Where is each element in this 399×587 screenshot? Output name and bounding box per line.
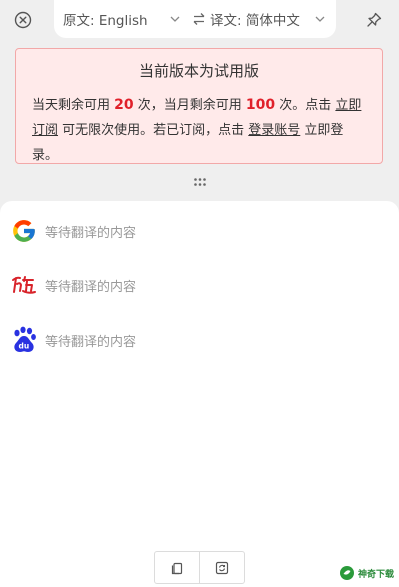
retranslate-button[interactable]: [199, 552, 244, 583]
engine-row-baidu[interactable]: du 等待翻译的内容: [10, 324, 390, 356]
engine-status-text: 等待翻译的内容: [45, 279, 137, 295]
trial-text: 次，当月剩余可用: [133, 98, 246, 113]
watermark-logo: 神奇下载: [339, 563, 397, 583]
copy-button[interactable]: [155, 552, 199, 583]
drag-handle-icon[interactable]: [193, 177, 207, 187]
language-selector: 原文: English 译文: 简体中文: [54, 0, 336, 38]
refresh-icon: [215, 561, 229, 574]
trial-text: 当天剩余可用: [32, 98, 115, 113]
source-language-label: 原文: English: [63, 13, 148, 29]
engine-status-text: 等待翻译的内容: [45, 334, 137, 350]
top-bar: 原文: English 译文: 简体中文: [0, 0, 399, 40]
swap-languages-icon[interactable]: [191, 11, 207, 27]
close-button[interactable]: [13, 10, 33, 30]
chevron-down-icon[interactable]: [168, 12, 182, 26]
google-logo-icon: [10, 217, 38, 245]
pin-icon: [367, 12, 382, 27]
bottom-toolbar: [154, 551, 245, 584]
login-link[interactable]: 登录账号: [248, 123, 300, 138]
copy-icon: [171, 562, 183, 574]
close-circle-icon: [14, 11, 32, 29]
trial-text: 可无限次使用。若已订阅，点击: [58, 123, 249, 138]
day-remaining-count: 20: [114, 97, 134, 113]
youdao-logo-icon: [10, 271, 38, 299]
trial-title: 当前版本为试用版: [138, 62, 259, 80]
engine-row-youdao[interactable]: 等待翻译的内容: [10, 269, 390, 301]
target-language-select[interactable]: 译文: 简体中文: [210, 0, 300, 38]
baidu-logo-icon: du: [10, 326, 38, 354]
trial-text: 次。点击: [275, 98, 336, 113]
month-remaining-count: 100: [245, 97, 276, 113]
watermark-text: 神奇下载: [358, 569, 395, 580]
engine-status-text: 等待翻译的内容: [45, 225, 137, 241]
trial-message: 当天剩余可用 20 次，当月剩余可用 100 次。点击 立即订阅 可无限次使用。…: [32, 93, 366, 168]
watermark-leaf-icon: [340, 566, 354, 580]
svg-text:du: du: [19, 342, 30, 351]
engine-row-google[interactable]: 等待翻译的内容: [10, 215, 390, 247]
translation-results-panel: 等待翻译的内容 等待翻译的内容 du 等待翻译的内容: [0, 201, 399, 587]
trial-notice: 当前版本为试用版 当天剩余可用 20 次，当月剩余可用 100 次。点击 立即订…: [15, 48, 383, 164]
pin-button[interactable]: [364, 10, 384, 30]
target-language-label: 译文: 简体中文: [210, 13, 300, 29]
source-language-select[interactable]: 原文: English: [63, 0, 148, 38]
chevron-down-icon[interactable]: [313, 12, 327, 26]
